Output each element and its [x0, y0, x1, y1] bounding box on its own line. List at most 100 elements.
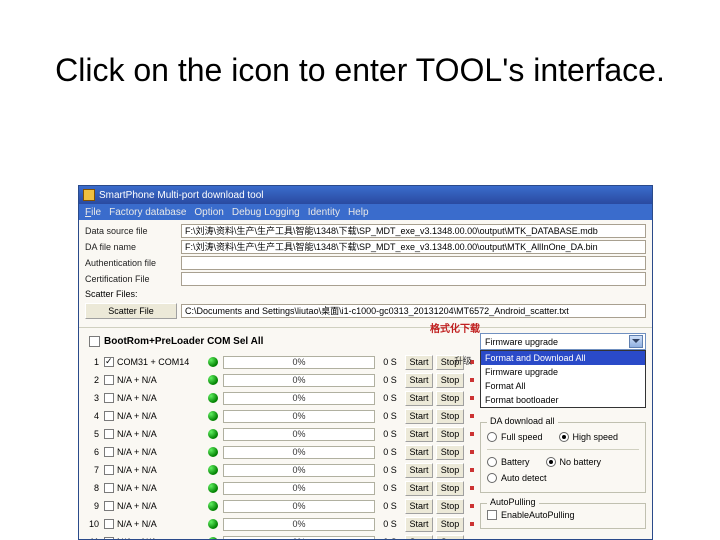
elapsed-time: 0 S	[378, 447, 402, 457]
port-checkbox[interactable]	[104, 519, 114, 529]
start-button[interactable]: Start	[405, 409, 433, 424]
progress-bar: 0%	[223, 392, 375, 405]
no-battery-radio[interactable]	[546, 457, 556, 467]
progress-bar: 0%	[223, 536, 375, 540]
menu-help[interactable]: Help	[348, 207, 369, 218]
cert-file-input[interactable]	[181, 272, 646, 286]
start-button[interactable]: Start	[405, 499, 433, 514]
auth-file-input[interactable]	[181, 256, 646, 270]
full-speed-radio[interactable]	[487, 432, 497, 442]
start-button[interactable]: Start	[405, 517, 433, 532]
stop-button[interactable]: Stop	[436, 463, 464, 478]
port-checkbox[interactable]	[104, 465, 114, 475]
port-checkbox[interactable]	[104, 501, 114, 511]
da-file-input[interactable]: F:\刘涛\资料\生产\生产工具\智能\1348\下载\SP_MDT_exe_v…	[181, 240, 646, 254]
slide-caption: Click on the icon to enter TOOL's interf…	[0, 0, 720, 112]
status-dot-icon	[208, 429, 218, 439]
elapsed-time: 0 S	[378, 429, 402, 439]
menu-debug-logging[interactable]: Debug Logging	[232, 207, 300, 218]
mode-dropdown[interactable]: Firmware upgrade	[480, 333, 646, 350]
start-button[interactable]: Start	[405, 535, 433, 540]
data-source-label: Data source file	[85, 226, 177, 236]
auto-detect-radio[interactable]	[487, 473, 497, 483]
menu-file[interactable]: File	[85, 207, 101, 218]
start-button[interactable]: Start	[405, 445, 433, 460]
stop-button[interactable]: Stop	[436, 499, 464, 514]
port-index: 10	[85, 519, 99, 529]
start-button[interactable]: Start	[405, 373, 433, 388]
da-download-group: DA download all Full speed High speed	[480, 422, 646, 493]
status-dot-icon	[208, 501, 218, 511]
auto-detect-label: Auto detect	[501, 473, 547, 483]
port-index: 4	[85, 411, 99, 421]
menu-option[interactable]: Option	[194, 207, 223, 218]
port-checkbox[interactable]	[104, 375, 114, 385]
mode-option[interactable]: Format bootloader	[481, 393, 645, 407]
mode-option[interactable]: Format All	[481, 379, 645, 393]
data-source-input[interactable]: F:\刘涛\资料\生产\生产工具\智能\1348\下载\SP_MDT_exe_v…	[181, 224, 646, 238]
port-name: N/A + N/A	[117, 465, 203, 475]
port-index: 9	[85, 501, 99, 511]
stop-button[interactable]: Stop	[436, 409, 464, 424]
stop-button[interactable]: Stop	[436, 391, 464, 406]
high-speed-label: High speed	[573, 432, 619, 442]
progress-bar: 0%	[223, 428, 375, 441]
progress-bar: 0%	[223, 500, 375, 513]
port-row: 2N/A + N/A0%0 SStartStop	[83, 371, 474, 389]
stop-button[interactable]: Stop	[436, 517, 464, 532]
cert-file-label: Certification File	[85, 274, 177, 284]
high-speed-radio[interactable]	[559, 432, 569, 442]
port-name: N/A + N/A	[117, 393, 203, 403]
stop-button[interactable]: Stop	[436, 373, 464, 388]
elapsed-time: 0 S	[378, 519, 402, 529]
status-dot-icon	[208, 447, 218, 457]
da-download-legend: DA download all	[487, 416, 558, 426]
enable-autopulling-checkbox[interactable]	[487, 510, 497, 520]
start-button[interactable]: Start	[405, 355, 433, 370]
stop-button[interactable]: Stop	[436, 427, 464, 442]
start-button[interactable]: Start	[405, 463, 433, 478]
progress-bar: 0%	[223, 464, 375, 477]
port-row: 10N/A + N/A0%0 SStartStop	[83, 515, 474, 533]
start-button[interactable]: Start	[405, 427, 433, 442]
autopulling-legend: AutoPulling	[487, 497, 539, 507]
start-button[interactable]: Start	[405, 481, 433, 496]
stop-button[interactable]: Stop	[436, 445, 464, 460]
stop-button[interactable]: Stop	[436, 535, 464, 540]
progress-bar: 0%	[223, 482, 375, 495]
elapsed-time: 0 S	[378, 393, 402, 403]
port-checkbox[interactable]	[104, 393, 114, 403]
battery-radio[interactable]	[487, 457, 497, 467]
scatter-file-input[interactable]: C:\Documents and Settings\liutao\桌面\i1-c…	[181, 304, 646, 318]
elapsed-time: 0 S	[378, 375, 402, 385]
menu-factory-database[interactable]: Factory database	[109, 207, 186, 218]
scatter-section-label: Scatter Files:	[85, 289, 646, 299]
mode-option[interactable]: Format and Download All	[481, 351, 645, 365]
status-dot-icon	[208, 411, 218, 421]
port-index: 6	[85, 447, 99, 457]
port-checkbox[interactable]	[104, 447, 114, 457]
mode-option[interactable]: Firmware upgrade	[481, 365, 645, 379]
port-index: 1	[85, 357, 99, 367]
start-button[interactable]: Start	[405, 391, 433, 406]
menu-identity[interactable]: Identity	[308, 207, 340, 218]
port-checkbox[interactable]	[104, 483, 114, 493]
port-checkbox[interactable]	[104, 411, 114, 421]
dropdown-arrow-icon[interactable]	[629, 335, 643, 348]
port-checkbox[interactable]	[104, 357, 114, 367]
stop-button[interactable]: Stop	[436, 481, 464, 496]
port-checkbox[interactable]	[104, 429, 114, 439]
progress-bar: 0%	[223, 356, 375, 369]
progress-bar: 0%	[223, 518, 375, 531]
upgrade-hint-cn: 升级	[454, 354, 472, 367]
file-paths-section: Data source file F:\刘涛\资料\生产\生产工具\智能\134…	[79, 220, 652, 328]
status-dot-icon	[208, 519, 218, 529]
enable-autopulling-label: EnableAutoPulling	[501, 510, 575, 520]
scatter-file-button[interactable]: Scatter File	[85, 303, 177, 319]
select-all-label: BootRom+PreLoader COM Sel All	[104, 336, 263, 347]
port-row: 8N/A + N/A0%0 SStartStop	[83, 479, 474, 497]
port-name: N/A + N/A	[117, 447, 203, 457]
right-panel: Firmware upgrade Format and Download All…	[474, 328, 652, 540]
select-all-checkbox[interactable]	[89, 336, 100, 347]
autopulling-group: AutoPulling EnableAutoPulling	[480, 503, 646, 529]
